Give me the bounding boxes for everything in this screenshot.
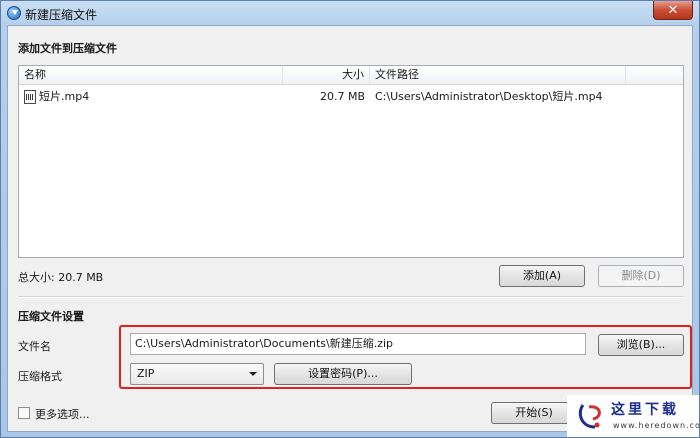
- site-watermark: 这里下载 www.heredown.com: [567, 395, 700, 437]
- start-button[interactable]: 开始(S): [491, 402, 577, 424]
- column-header-size[interactable]: 大小: [283, 66, 370, 85]
- app-icon: [7, 6, 21, 20]
- dialog-body: 添加文件到压缩文件 名称 大小 文件路径 短片.mp4 20.7 MB C:\U…: [7, 25, 693, 432]
- video-file-icon: [24, 90, 36, 104]
- file-list[interactable]: 名称 大小 文件路径 短片.mp4 20.7 MB C:\Users\Admin…: [18, 65, 684, 258]
- add-files-section-title: 添加文件到压缩文件: [18, 42, 117, 55]
- file-size-cell: 20.7 MB: [319, 90, 365, 103]
- file-list-header: 名称 大小 文件路径: [19, 66, 683, 85]
- column-header-name[interactable]: 名称: [19, 66, 283, 85]
- settings-section-title: 压缩文件设置: [18, 310, 84, 323]
- title-bar[interactable]: 新建压缩文件 ✕: [1, 1, 699, 25]
- more-options-checkbox[interactable]: [18, 407, 30, 419]
- close-button[interactable]: ✕: [653, 1, 693, 20]
- dialog-window: 新建压缩文件 ✕ 添加文件到压缩文件 名称 大小 文件路径 短片.mp4 20.…: [0, 0, 700, 438]
- window-title: 新建压缩文件: [25, 8, 98, 22]
- watermark-logo-icon: [578, 404, 601, 429]
- add-button[interactable]: 添加(A): [499, 265, 585, 287]
- more-options-label[interactable]: 更多选项...: [35, 406, 90, 422]
- total-size-label: 总大小: 20.7 MB: [18, 271, 104, 284]
- column-header-filler: [626, 66, 683, 85]
- annotation-highlight-box: [119, 325, 692, 389]
- file-list-row[interactable]: 短片.mp4 20.7 MB C:\Users\Administrator\De…: [19, 88, 683, 106]
- format-label: 压缩格式: [18, 370, 62, 383]
- file-path-cell: C:\Users\Administrator\Desktop\短片.mp4: [375, 90, 603, 103]
- watermark-brand-text: 这里下载: [611, 402, 679, 418]
- watermark-url-text: www.heredown.com: [613, 421, 700, 430]
- filename-label: 文件名: [18, 340, 51, 353]
- column-header-path[interactable]: 文件路径: [370, 66, 626, 85]
- file-name-cell: 短片.mp4: [39, 90, 90, 103]
- section-divider: [18, 296, 684, 298]
- delete-button[interactable]: 删除(D): [598, 265, 684, 287]
